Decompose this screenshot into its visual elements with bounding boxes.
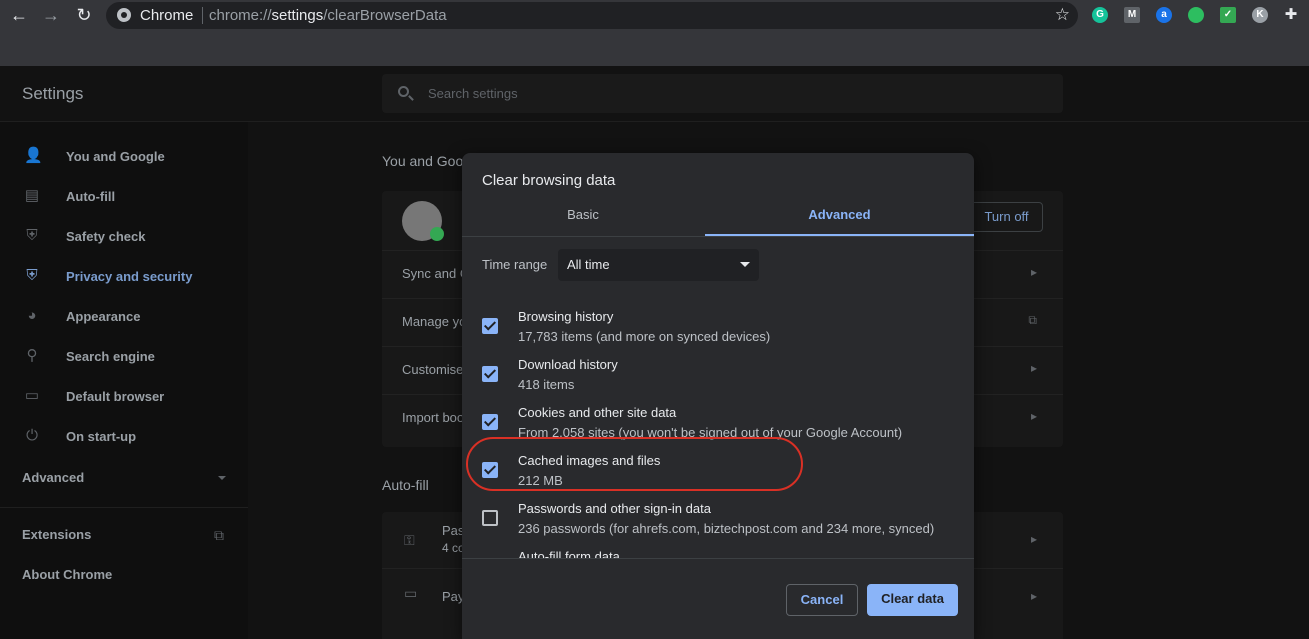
mail-check-icon[interactable]: ✓ [1220,7,1236,23]
option-title: Cookies and other site data [518,405,677,420]
time-range-value: All time [567,257,610,272]
shield-icon: ⛨ [26,227,38,244]
checkbox[interactable] [482,414,498,430]
sidebar-item-on-start-up[interactable]: ⏻ On start-up [0,416,248,456]
settings-header: Settings Search settings [0,66,1309,122]
turn-off-button[interactable]: Turn off [970,202,1043,232]
search-placeholder: Search settings [428,86,518,101]
browser-icon: ▭ [24,387,40,404]
settings-row-label: Customise [402,362,464,377]
evernote-icon[interactable] [1188,7,1204,23]
option-title: Passwords and other sign-in data [518,501,711,516]
credit-card-icon: ▭ [404,585,418,601]
clear-data-button[interactable]: Clear data [867,584,958,616]
ahrefs-icon[interactable]: a [1156,7,1172,23]
sidebar-item-default-browser[interactable]: ▭ Default browser [0,376,248,416]
chevron-right-icon: ▸ [1030,409,1037,423]
reload-icon[interactable]: ↻ [73,4,95,26]
shield-half-icon: ⛨ [26,267,38,284]
sidebar-item-search-engine[interactable]: ⚲ Search engine [0,336,248,376]
clear-option-download-history[interactable]: Download history 418 items [462,357,974,405]
tab-basic[interactable]: Basic [462,205,704,237]
chrome-site-icon [117,8,131,22]
settings-row-label: Import boo [402,410,465,425]
option-title: Auto-fill form data [518,549,620,558]
sync-badge-icon [430,227,444,241]
sidebar-item-label: You and Google [66,149,165,164]
tab-advanced[interactable]: Advanced [705,205,974,237]
dialog-title: Clear browsing data [482,172,616,189]
palette-icon: ◕ [27,307,37,324]
dropdown-caret-icon [740,262,750,267]
forward-arrow-icon[interactable]: → [40,4,62,26]
chevron-down-icon [218,476,226,480]
sidebar: 👤 You and Google ▤ Auto-fill ⛨ Safety check ⛨ P… [0,122,248,639]
grammarly-icon[interactable]: G [1092,7,1108,23]
option-title: Download history [518,357,618,372]
option-description: 418 items [518,377,575,392]
chevron-right-icon: ▸ [1030,532,1037,546]
clear-option-auto-fill-form-data[interactable]: Auto-fill form data [462,549,974,558]
search-icon [398,86,409,97]
clear-browsing-data-dialog: Clear browsing data Basic Advanced Time … [462,153,974,639]
url-text: chrome://settings/clearBrowserData [209,7,447,24]
checkbox[interactable] [482,366,498,382]
profile-icon[interactable]: K [1252,7,1268,23]
bookmark-star-icon[interactable]: ☆ [1055,5,1070,25]
page-title: Settings [22,84,84,103]
time-range-label: Time range [482,257,548,272]
section-you-and-google: You and Goo [382,153,464,169]
time-range-select[interactable]: All time [558,249,759,281]
options-list: Browsing history 17,783 items (and more o… [462,293,974,558]
search-icon: ⚲ [26,347,38,364]
checkbox[interactable] [482,318,498,334]
option-description: 17,783 items (and more on synced devices… [518,329,771,344]
open-external-icon: ⧉ [1028,313,1037,327]
clear-option-browsing-history[interactable]: Browsing history 17,783 items (and more o… [462,309,974,357]
clear-option-passwords-and-other-sign-in-data[interactable]: Passwords and other sign-in data 236 pass… [462,501,974,549]
sidebar-item-safety-check[interactable]: ⛨ Safety check [0,216,248,256]
settings-row-label: Sync and G [402,266,470,281]
tab-divider [462,236,974,237]
chevron-right-icon: ▸ [1030,361,1037,375]
sidebar-item-extensions[interactable]: Extensions [22,527,91,542]
power-icon: ⏻ [26,427,38,444]
settings-row-label: Manage yo [402,314,467,329]
sidebar-divider [0,507,248,508]
sidebar-item-auto-fill[interactable]: ▤ Auto-fill [0,176,248,216]
sidebar-item-label: On start-up [66,429,137,444]
sidebar-item-you-and-google[interactable]: 👤 You and Google [0,136,248,176]
sidebar-item-advanced[interactable]: Advanced [22,470,84,485]
option-title: Browsing history [518,309,614,324]
cancel-button[interactable]: Cancel [786,584,858,616]
option-description: 236 passwords (for ahrefs.com, biztechpo… [518,521,935,536]
checkbox[interactable] [482,510,498,526]
site-label: Chrome [140,7,194,24]
sidebar-item-appearance[interactable]: ◕ Appearance [0,296,248,336]
search-input[interactable]: Search settings [382,74,1063,113]
highlight-annotation [466,437,803,491]
person-icon: 👤 [24,147,43,164]
sidebar-item-label: Search engine [66,349,155,364]
open-external-icon: ⧉ [214,527,224,543]
address-divider [202,7,203,24]
sidebar-item-label: Default browser [66,389,165,404]
sidebar-item-label: Auto-fill [66,189,116,204]
sidebar-item-label: Privacy and security [66,269,193,284]
gmail-tool-icon[interactable]: M [1124,7,1140,23]
footer-divider [462,558,974,559]
sidebar-item-privacy-and-security[interactable]: ⛨ Privacy and security [0,256,248,296]
address-bar[interactable]: Chrome chrome://settings/clearBrowserDat… [106,2,1078,29]
section-autofill: Auto-fill [382,477,429,493]
sidebar-item-label: Safety check [66,229,146,244]
clipboard-icon: ▤ [24,187,40,204]
browser-toolbar: ← → ↻ Chrome chrome://settings/clearBrow… [0,0,1309,66]
sidebar-item-label: Appearance [66,309,141,324]
sidebar-item-about[interactable]: About Chrome [22,567,112,582]
key-icon: ⚿ [404,532,415,548]
chevron-right-icon: ▸ [1030,265,1037,279]
back-arrow-icon[interactable]: ← [8,4,30,26]
extensions-puzzle-icon[interactable]: ✚ [1280,4,1302,26]
chevron-right-icon: ▸ [1030,589,1037,603]
